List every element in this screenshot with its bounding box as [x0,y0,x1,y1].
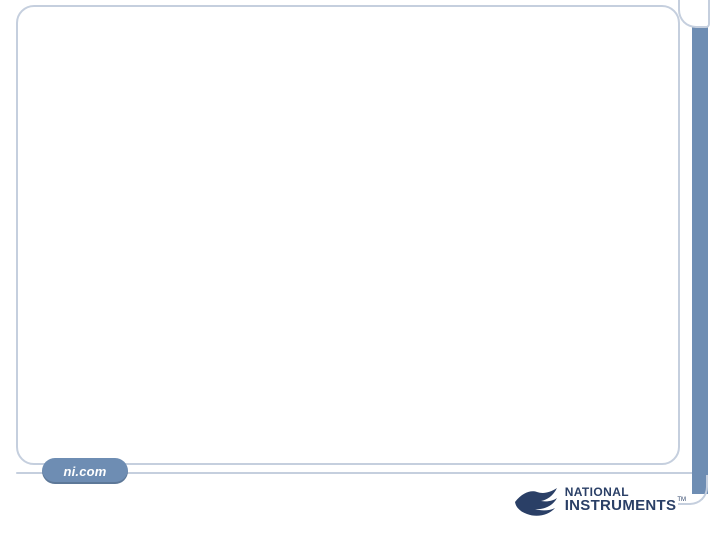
trademark: TM [677,497,686,503]
content-frame [16,5,680,465]
right-cap-decoration [678,0,710,28]
logo-line-2: INSTRUMENTS [565,497,677,514]
eagle-icon [513,482,559,518]
logo-text: NATIONAL INSTRUMENTSTM [565,487,686,514]
site-label: ni.com [63,464,106,479]
site-pill: ni.com [42,458,128,484]
slide: Method 4 – Installer with Drivers The dr… [0,0,720,540]
right-accent-bar [692,0,708,540]
ni-logo: NATIONAL INSTRUMENTSTM [513,482,686,518]
